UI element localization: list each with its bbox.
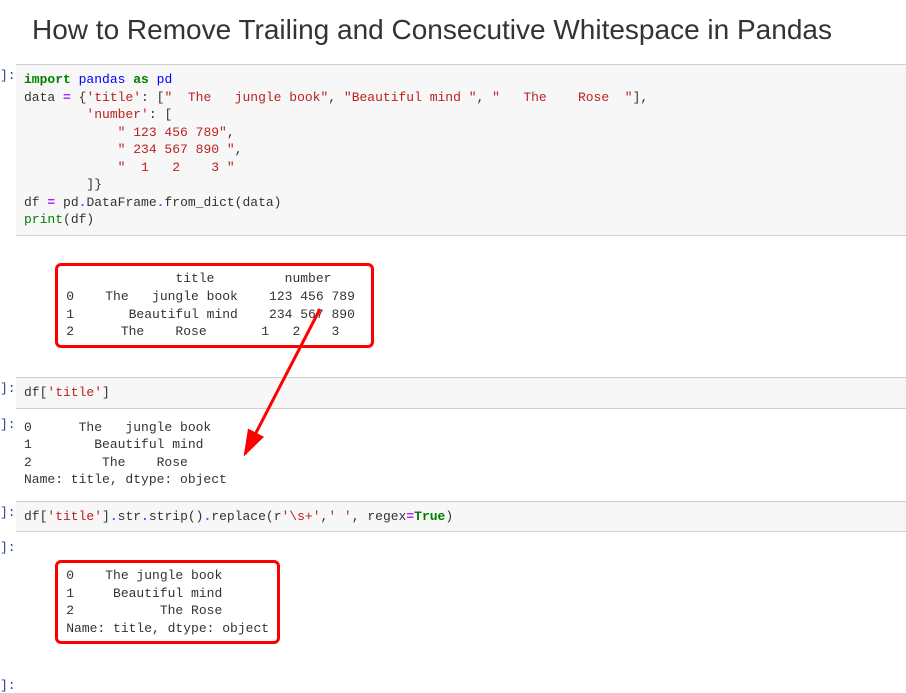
output-block-3: 0 The jungle book 1 Beautiful mind 2 The…: [16, 536, 906, 667]
output-prompt: ]:: [0, 413, 16, 432]
input-prompt: ]:: [0, 501, 16, 520]
code-block-3[interactable]: df['title'].str.strip().replace(r'\s+','…: [16, 501, 906, 533]
code-cell-2: ]: df['title']: [0, 377, 906, 409]
code-block-1[interactable]: import pandas as pd data = {'title': [" …: [16, 64, 906, 236]
empty-cell: ]:: [0, 674, 906, 693]
output-cell-2: ]: 0 The jungle book 1 Beautiful mind 2 …: [0, 413, 906, 495]
output-cell-3: ]: 0 The jungle book 1 Beautiful mind 2 …: [0, 536, 906, 667]
code-cell-3: ]: df['title'].str.strip().replace(r'\s+…: [0, 501, 906, 533]
output-prompt: [0, 240, 16, 244]
code-cell-1: ]: import pandas as pd data = {'title': …: [0, 64, 906, 236]
output-cell-1: title number 0 The jungle book 123 456 7…: [0, 240, 906, 371]
output-prompt: ]:: [0, 536, 16, 555]
output-block-2: 0 The jungle book 1 Beautiful mind 2 The…: [16, 413, 906, 495]
code-block-2[interactable]: df['title']: [16, 377, 906, 409]
highlighted-output-1: title number 0 The jungle book 123 456 7…: [55, 263, 373, 347]
input-prompt: ]:: [0, 674, 16, 693]
highlighted-output-2: 0 The jungle book 1 Beautiful mind 2 The…: [55, 560, 280, 644]
page-title: How to Remove Trailing and Consecutive W…: [32, 14, 906, 46]
input-prompt: ]:: [0, 64, 16, 83]
empty-block: [16, 674, 906, 686]
input-prompt: ]:: [0, 377, 16, 396]
output-block-1: title number 0 The jungle book 123 456 7…: [16, 240, 906, 371]
